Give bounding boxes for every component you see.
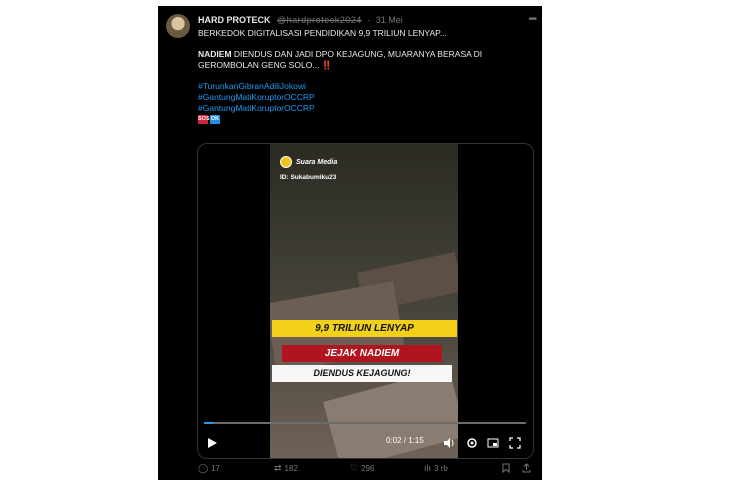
volume-icon[interactable]: [443, 437, 455, 449]
author-name[interactable]: HARD PROTECK: [198, 15, 271, 25]
share-icon: [522, 463, 531, 473]
hashtag-link[interactable]: #TurunkanGibranAdiliJokowi: [198, 81, 528, 92]
repost-button[interactable]: ⇄ 182: [274, 463, 298, 474]
separator-dot: ·: [367, 15, 371, 25]
bookmark-button[interactable]: [502, 463, 510, 473]
play-icon[interactable]: [207, 438, 217, 448]
tweet-bold-name: NADIEM: [198, 49, 232, 59]
bookmark-icon: [502, 463, 510, 473]
more-options-icon[interactable]: •••: [528, 14, 536, 25]
video-banner-headline: 9,9 TRILIUN LENYAP: [272, 320, 457, 337]
video-frame[interactable]: Suara Media ID: Sukabumiku23 9,9 TRILIUN…: [270, 144, 458, 458]
fullscreen-icon[interactable]: [509, 437, 521, 449]
views-button[interactable]: ılı 3 rb: [424, 463, 448, 473]
views-count: 3 rb: [434, 463, 448, 473]
repost-icon: ⇄: [274, 463, 282, 473]
author-handle[interactable]: @hardproteck2024: [277, 15, 362, 25]
tweet-line-2: NADIEM DIENDUS DAN JADI DPO KEJAGUNG, MU…: [198, 49, 528, 71]
logo-mark-icon: [280, 156, 292, 168]
video-id-text: ID: Sukabumiku23: [280, 174, 337, 181]
sos-emoji-icon: SOS: [198, 115, 210, 124]
reply-icon: ◯: [198, 463, 209, 473]
repost-count: 182: [284, 464, 298, 473]
video-time: 0:02 / 1:15: [386, 436, 424, 445]
picture-in-picture-icon[interactable]: [487, 437, 499, 449]
video-banner-status: DIENDUS KEJAGUNG!: [272, 365, 452, 382]
video-banner-subject: JEJAK NADIEM: [282, 345, 442, 362]
ok-emoji-icon: OK: [210, 115, 220, 124]
tweet-header: HARD PROTECK @hardproteck2024 · 31 Mei: [198, 15, 534, 29]
video-progress-fill: [204, 422, 213, 424]
video-logo-text: Suara Media: [296, 158, 338, 166]
like-count: 296: [361, 464, 375, 473]
video-controls: 0:02 / 1:15: [198, 428, 533, 458]
video-logo: Suara Media: [280, 156, 337, 168]
video-player[interactable]: Suara Media ID: Sukabumiku23 9,9 TRILIUN…: [197, 143, 534, 459]
hashtag-list: #TurunkanGibranAdiliJokowi #GantungMatiK…: [198, 81, 528, 114]
hashtag-link[interactable]: #GantungMatiKoruptorOCCRP: [198, 92, 528, 103]
tweet-date[interactable]: 31 Mei: [376, 15, 403, 25]
settings-gear-icon[interactable]: [466, 437, 478, 449]
tweet-text: BERKEDOK DIGITALISASI PENDIDIKAN 9,9 TRI…: [198, 28, 528, 124]
views-chart-icon: ılı: [424, 463, 432, 473]
heart-icon: ♡: [350, 463, 359, 473]
tweet-line-2-text: DIENDUS DAN JADI DPO KEJAGUNG, MUARANYA …: [198, 49, 483, 70]
avatar[interactable]: [166, 14, 190, 38]
video-progress-bar[interactable]: [204, 422, 526, 424]
like-button[interactable]: ♡ 296: [350, 463, 374, 474]
double-exclamation-icon: ‼️: [321, 60, 333, 70]
reply-button[interactable]: ◯ 17: [198, 463, 220, 474]
tweet-actions: ◯ 17 ⇄ 182 ♡ 296 ılı 3 rb: [198, 463, 538, 475]
reply-count: 17: [211, 464, 220, 473]
tweet-line-1: BERKEDOK DIGITALISASI PENDIDIKAN 9,9 TRI…: [198, 28, 447, 38]
hashtag-link[interactable]: #GantungMatiKoruptorOCCRP: [198, 103, 528, 114]
share-button[interactable]: [522, 463, 531, 473]
tweet-card: HARD PROTECK @hardproteck2024 · 31 Mei •…: [158, 6, 542, 480]
emoji-row: SOS OK: [198, 115, 528, 124]
